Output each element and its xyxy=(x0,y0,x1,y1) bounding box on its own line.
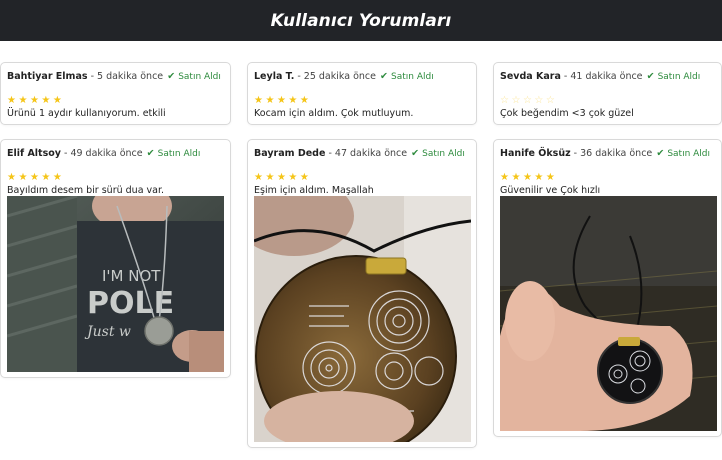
star-icon: ☆ xyxy=(545,95,558,106)
checkmark-icon: ✔ xyxy=(380,71,388,82)
star-icon: ☆ xyxy=(500,95,512,106)
shirt-text: I'M NOT xyxy=(102,267,161,285)
star-icon: ★ xyxy=(534,172,546,183)
review-card: Bahtiyar Elmas - 5 dakika önce ✔ Satın A… xyxy=(0,62,231,125)
star-icon: ★ xyxy=(276,172,289,183)
checkmark-icon: ✔ xyxy=(411,148,420,159)
star-icon: ☆ xyxy=(522,95,535,106)
review-time: - 47 dakika önce xyxy=(328,148,408,159)
star-icon: ★ xyxy=(29,172,42,183)
star-icon: ★ xyxy=(511,172,523,183)
star-icon: ☆ xyxy=(534,95,546,106)
verified-purchase-badge: Satın Aldı xyxy=(391,72,434,82)
verified-purchase-badge: Satın Aldı xyxy=(157,149,201,159)
star-icon: ★ xyxy=(52,95,65,106)
reviewer-name: Hanife Öksüz xyxy=(500,148,571,159)
star-icon: ★ xyxy=(18,95,30,106)
review-photo[interactable]: I'M NOT POLE Just w xyxy=(7,196,224,372)
review-time: - 5 dakika önce xyxy=(90,71,164,82)
review-time: - 49 dakika önce xyxy=(64,148,143,159)
star-icon: ★ xyxy=(545,172,558,183)
star-icon: ★ xyxy=(7,172,19,183)
star-icon: ★ xyxy=(265,172,277,183)
review-photo[interactable] xyxy=(500,196,717,431)
review-header: Bahtiyar Elmas - 5 dakika önce ✔ Satın A… xyxy=(7,70,224,84)
review-time: - 41 dakika önce xyxy=(563,71,643,82)
verified-purchase-badge: Satın Aldı xyxy=(657,72,701,82)
review-header: Leyla T. - 25 dakika önce ✔ Satın Aldı xyxy=(254,70,470,84)
star-icon: ★ xyxy=(41,172,53,183)
review-time: - 36 dakika önce xyxy=(573,148,653,159)
checkmark-icon: ✔ xyxy=(656,148,665,159)
review-card: Bayram Dede - 47 dakika önce ✔ Satın Ald… xyxy=(247,139,477,448)
review-header: Hanife Öksüz - 36 dakika önce ✔ Satın Al… xyxy=(500,147,715,161)
review-header: Sevda Kara - 41 dakika önce ✔ Satın Aldı xyxy=(500,70,715,84)
reviewer-name: Bahtiyar Elmas xyxy=(7,71,88,82)
star-icon: ★ xyxy=(52,172,65,183)
star-rating: ☆☆☆☆☆ xyxy=(500,92,715,106)
star-icon: ★ xyxy=(254,95,266,106)
star-icon: ★ xyxy=(288,172,300,183)
checkmark-icon: ✔ xyxy=(646,71,655,82)
review-header: Bayram Dede - 47 dakika önce ✔ Satın Ald… xyxy=(254,147,470,161)
star-rating: ★★★★★ xyxy=(500,169,715,183)
star-icon: ★ xyxy=(29,95,42,106)
review-card: Elif Altsoy - 49 dakika önce ✔ Satın Ald… xyxy=(0,139,231,378)
reviewer-name: Leyla T. xyxy=(254,71,295,82)
star-rating: ★★★★★ xyxy=(7,92,224,106)
star-icon: ★ xyxy=(522,172,535,183)
review-comment: Ürünü 1 aydır kullanıyorum. etkili xyxy=(7,108,166,119)
checkmark-icon: ✔ xyxy=(167,71,176,82)
page-title: Kullanıcı Yorumları xyxy=(270,10,452,31)
verified-purchase-badge: Satın Aldı xyxy=(667,149,711,159)
star-icon: ★ xyxy=(254,172,266,183)
star-icon: ☆ xyxy=(511,95,523,106)
review-comment: Kocam için aldım. Çok mutluyum. xyxy=(254,108,414,119)
star-icon: ★ xyxy=(276,95,289,106)
review-header: Elif Altsoy - 49 dakika önce ✔ Satın Ald… xyxy=(7,147,224,161)
review-card: Hanife Öksüz - 36 dakika önce ✔ Satın Al… xyxy=(493,139,722,437)
reviewer-name: Bayram Dede xyxy=(254,148,326,159)
page-header: Kullanıcı Yorumları xyxy=(0,0,722,41)
star-icon: ★ xyxy=(265,95,277,106)
review-photo[interactable] xyxy=(254,196,471,442)
star-icon: ★ xyxy=(288,95,300,106)
star-icon: ★ xyxy=(299,172,312,183)
star-rating: ★★★★★ xyxy=(254,169,470,183)
star-icon: ★ xyxy=(500,172,512,183)
review-card: Sevda Kara - 41 dakika önce ✔ Satın Aldı… xyxy=(493,62,722,125)
review-comment: Çok beğendim <3 çok güzel xyxy=(500,108,634,119)
review-time: - 25 dakika önce xyxy=(297,71,376,82)
star-icon: ★ xyxy=(299,95,312,106)
reviewer-name: Sevda Kara xyxy=(500,71,561,82)
star-icon: ★ xyxy=(7,95,19,106)
reviewer-name: Elif Altsoy xyxy=(7,148,61,159)
verified-purchase-badge: Satın Aldı xyxy=(422,149,465,159)
star-rating: ★★★★★ xyxy=(254,92,470,106)
star-icon: ★ xyxy=(18,172,30,183)
checkmark-icon: ✔ xyxy=(146,148,155,159)
shirt-text: Just w xyxy=(84,324,131,340)
star-icon: ★ xyxy=(41,95,53,106)
verified-purchase-badge: Satın Aldı xyxy=(178,72,221,82)
star-rating: ★★★★★ xyxy=(7,169,224,183)
review-card: Leyla T. - 25 dakika önce ✔ Satın Aldı ★… xyxy=(247,62,477,125)
